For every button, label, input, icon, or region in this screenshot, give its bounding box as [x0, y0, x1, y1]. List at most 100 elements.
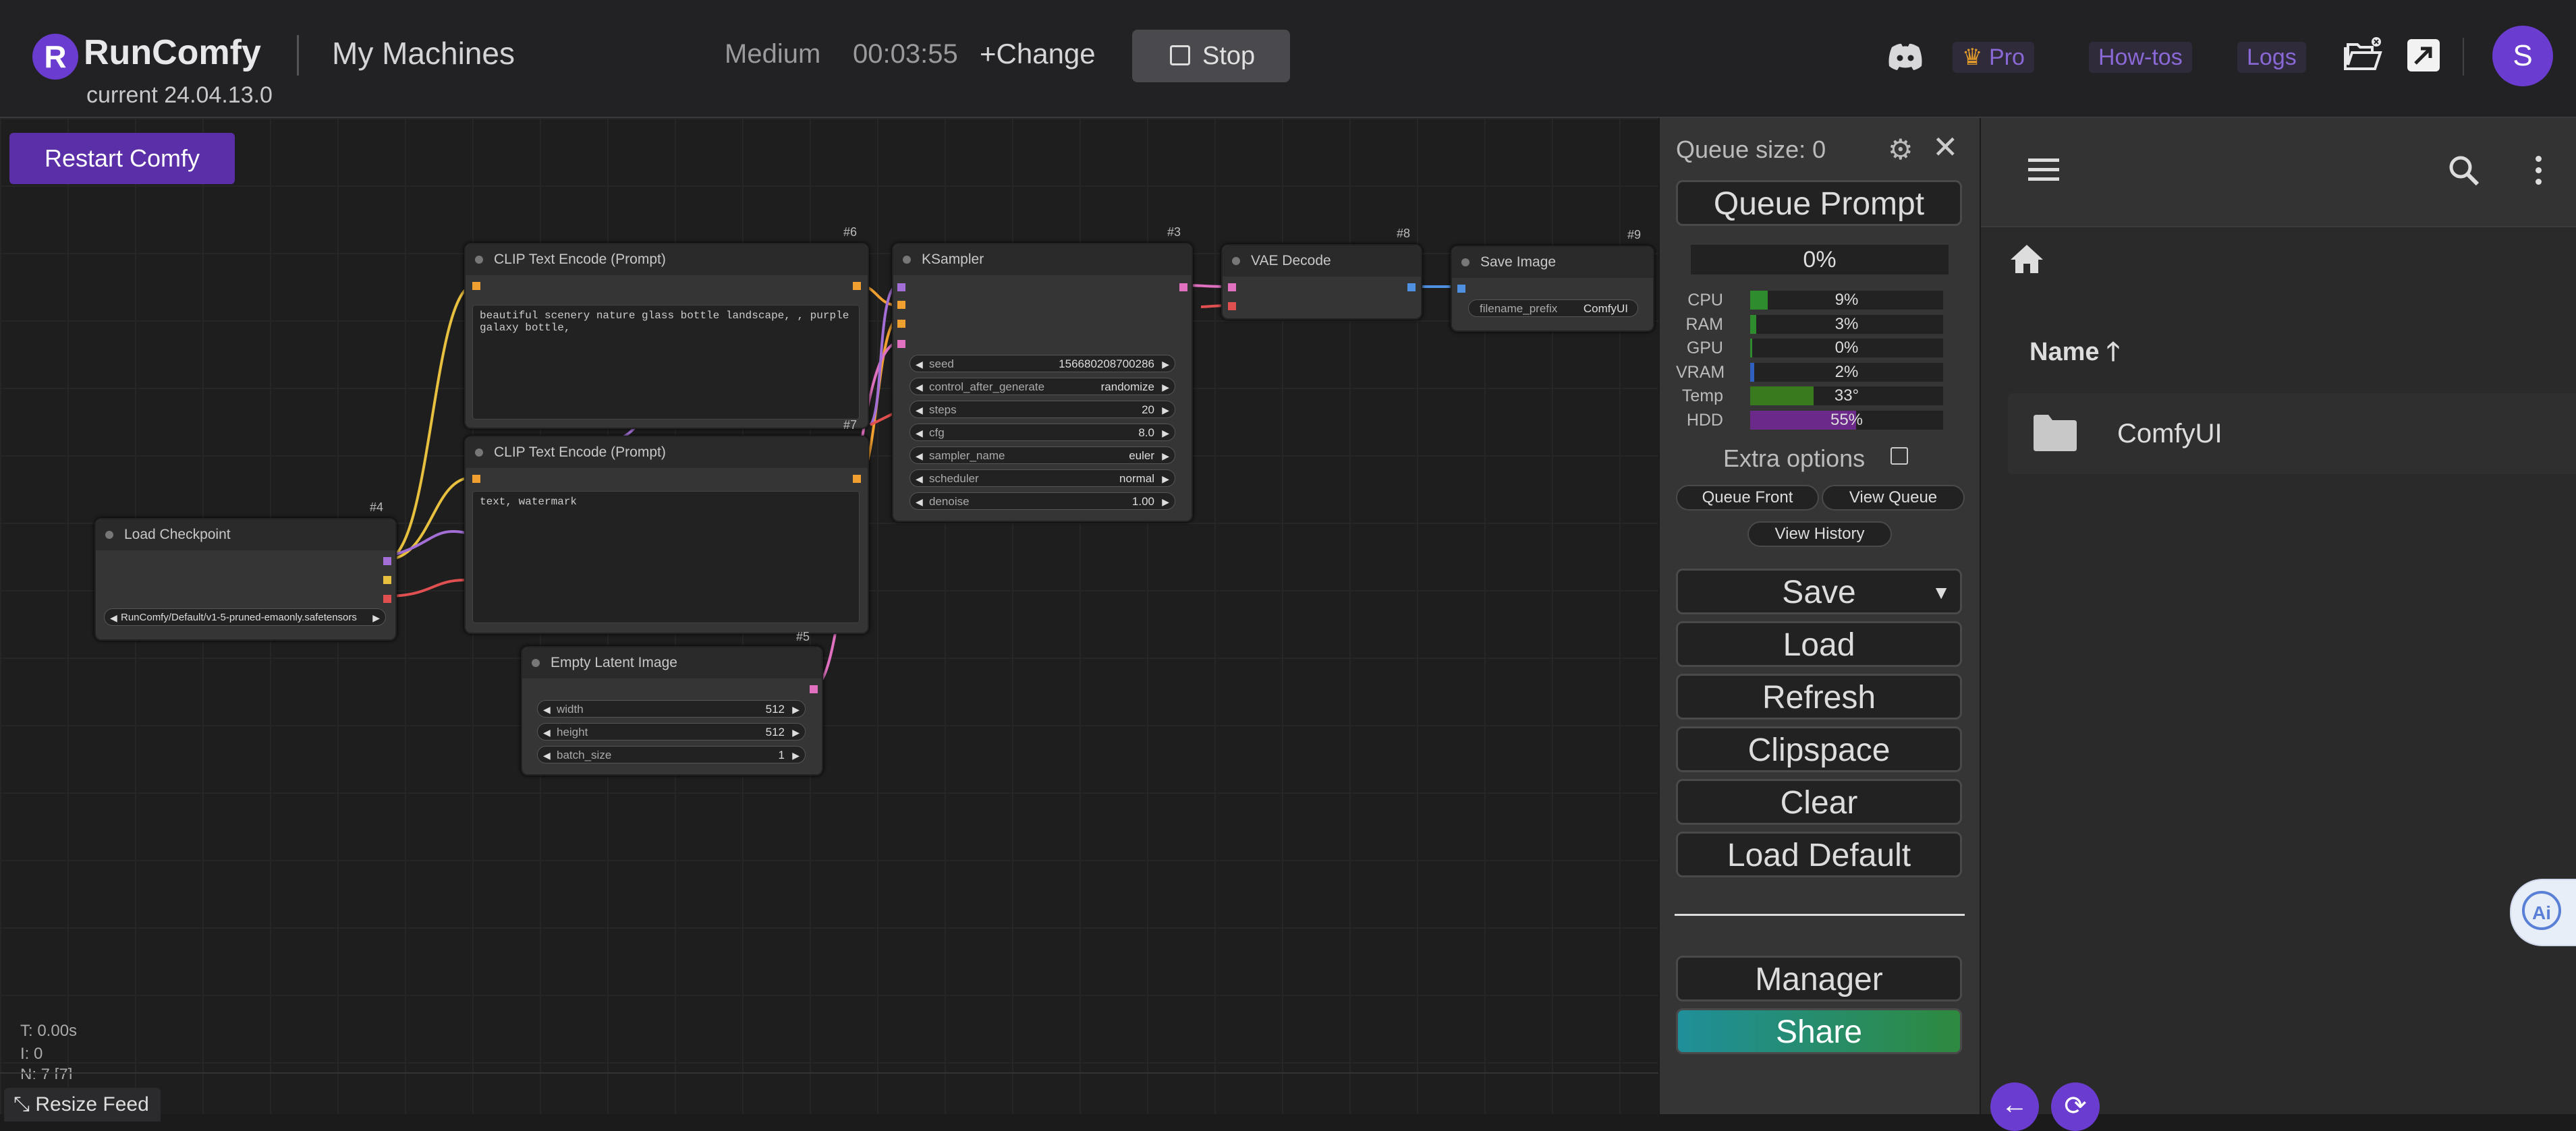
increment-arrow-icon[interactable]: ▶ — [1162, 447, 1169, 465]
prompt-textarea[interactable]: text, watermark — [472, 491, 860, 623]
node-title[interactable]: Empty Latent Image — [522, 647, 822, 678]
node-title[interactable]: Save Image — [1452, 247, 1653, 278]
node-title[interactable]: CLIP Text Encode (Prompt) — [466, 437, 868, 468]
width-widget[interactable]: ◀ width 512 ▶ — [537, 700, 806, 718]
scheduler-widget[interactable]: ◀ scheduler normal ▶ — [909, 469, 1175, 487]
ckpt-name-widget[interactable]: ◀ RunComfy/Default/v1-5-pruned-emaonly.sa… — [104, 608, 386, 626]
close-icon[interactable]: ✕ — [1932, 129, 1959, 165]
clear-button[interactable]: Clear — [1676, 779, 1962, 825]
settings-gear-icon[interactable]: ⚙ — [1888, 133, 1913, 166]
sort-ascending-icon[interactable]: 🡑 — [2106, 338, 2120, 366]
increment-arrow-icon[interactable]: ▶ — [1162, 378, 1169, 396]
prompt-textarea[interactable]: beautiful scenery nature glass bottle la… — [472, 305, 860, 419]
node-collapse-dot[interactable] — [475, 448, 483, 457]
decrement-arrow-icon[interactable]: ◀ — [916, 470, 923, 488]
vae-decode-node[interactable]: VAE Decode — [1221, 244, 1422, 320]
decrement-arrow-icon[interactable]: ◀ — [916, 424, 923, 442]
node-collapse-dot[interactable] — [1232, 257, 1240, 265]
clip-output-socket[interactable] — [383, 576, 391, 584]
search-icon[interactable] — [2446, 153, 2482, 188]
node-collapse-dot[interactable] — [1461, 258, 1469, 266]
vae-input-socket[interactable] — [1228, 302, 1236, 310]
images-input-socket[interactable] — [1457, 285, 1465, 293]
back-arrow-icon[interactable]: ← — [1990, 1082, 2039, 1131]
node-title[interactable]: CLIP Text Encode (Prompt) — [466, 244, 868, 275]
ksampler-node[interactable]: KSampler ◀ seed 156680208700286 ▶ ◀ control_… — [892, 243, 1193, 522]
model-output-socket[interactable] — [383, 557, 391, 565]
model-input-socket[interactable] — [897, 283, 905, 291]
clip-input-socket[interactable] — [472, 282, 480, 290]
latent-input-socket[interactable] — [897, 340, 905, 348]
decrement-arrow-icon[interactable]: ◀ — [110, 609, 117, 625]
share-button[interactable]: Share — [1676, 1008, 1962, 1054]
node-title[interactable]: VAE Decode — [1223, 245, 1421, 277]
name-column-header[interactable]: Name 🡑 — [2029, 332, 2120, 376]
image-output-socket[interactable] — [1407, 283, 1416, 291]
pro-button[interactable]: ♛ Pro — [1953, 42, 2034, 73]
logs-link[interactable]: Logs — [2237, 42, 2306, 73]
conditioning-output-socket[interactable] — [853, 475, 861, 483]
control-after-generate-widget[interactable]: ◀ control_after_generate randomize ▶ — [909, 378, 1175, 395]
increment-arrow-icon[interactable]: ▶ — [1162, 424, 1169, 442]
list-item[interactable]: ComfyUI — [2008, 393, 2576, 474]
save-image-node[interactable]: Save Image filename_prefix ComfyUI — [1451, 245, 1654, 332]
clipspace-button[interactable]: Clipspace — [1676, 726, 1962, 772]
node-title[interactable]: KSampler — [893, 244, 1192, 275]
steps-widget[interactable]: ◀ steps 20 ▶ — [909, 401, 1175, 418]
positive-input-socket[interactable] — [897, 301, 905, 309]
height-widget[interactable]: ◀ height 512 ▶ — [537, 723, 806, 741]
queue-prompt-button[interactable]: Queue Prompt — [1676, 180, 1962, 226]
save-workflow-button[interactable]: Save ▼ — [1676, 569, 1962, 614]
batch-size-widget[interactable]: ◀ batch_size 1 ▶ — [537, 746, 806, 763]
negative-input-socket[interactable] — [897, 320, 905, 328]
empty-latent-image-node[interactable]: Empty Latent Image ◀ width 512 ▶ ◀ height 512… — [521, 646, 823, 776]
folder-notify-icon[interactable] — [2343, 35, 2383, 76]
ai-assistant-button[interactable]: Ai — [2510, 879, 2576, 946]
decrement-arrow-icon[interactable]: ◀ — [916, 493, 923, 511]
howtos-link[interactable]: How-tos — [2089, 42, 2192, 73]
seed-widget[interactable]: ◀ seed 156680208700286 ▶ — [909, 355, 1175, 372]
dropdown-arrow-icon[interactable]: ▼ — [1932, 571, 1951, 615]
decrement-arrow-icon[interactable]: ◀ — [543, 701, 551, 718]
decrement-arrow-icon[interactable]: ◀ — [916, 401, 923, 419]
filename-prefix-widget[interactable]: filename_prefix ComfyUI — [1468, 299, 1638, 317]
node-collapse-dot[interactable] — [532, 659, 540, 667]
decrement-arrow-icon[interactable]: ◀ — [543, 724, 551, 741]
increment-arrow-icon[interactable]: ▶ — [1162, 355, 1169, 373]
clip-input-socket[interactable] — [472, 475, 480, 483]
view-history-button[interactable]: View History — [1747, 521, 1892, 547]
vae-output-socket[interactable] — [383, 595, 391, 603]
more-options-icon[interactable] — [2536, 156, 2542, 162]
samples-input-socket[interactable] — [1228, 283, 1236, 291]
increment-arrow-icon[interactable]: ▶ — [1162, 401, 1169, 419]
node-collapse-dot[interactable] — [105, 531, 113, 539]
load-button[interactable]: Load — [1676, 621, 1962, 667]
refresh-button[interactable]: Refresh — [1676, 674, 1962, 720]
resize-feed-button[interactable]: ⤡ Resize Feed — [4, 1088, 161, 1122]
denoise-widget[interactable]: ◀ denoise 1.00 ▶ — [909, 492, 1175, 510]
decrement-arrow-icon[interactable]: ◀ — [916, 447, 923, 465]
node-collapse-dot[interactable] — [475, 256, 483, 264]
view-queue-button[interactable]: View Queue — [1822, 485, 1965, 511]
extra-options-checkbox[interactable] — [1891, 447, 1908, 465]
open-external-icon[interactable] — [2406, 38, 2441, 73]
decrement-arrow-icon[interactable]: ◀ — [916, 355, 923, 373]
sampler-name-widget[interactable]: ◀ sampler_name euler ▶ — [909, 446, 1175, 464]
increment-arrow-icon[interactable]: ▶ — [1162, 493, 1169, 511]
increment-arrow-icon[interactable]: ▶ — [792, 747, 800, 764]
increment-arrow-icon[interactable]: ▶ — [792, 701, 800, 718]
load-checkpoint-node[interactable]: Load Checkpoint ◀ RunComfy/Default/v1-5-p… — [94, 518, 397, 641]
increment-arrow-icon[interactable]: ▶ — [372, 609, 380, 625]
node-title[interactable]: Load Checkpoint — [96, 519, 395, 550]
decrement-arrow-icon[interactable]: ◀ — [916, 378, 923, 396]
increment-arrow-icon[interactable]: ▶ — [1162, 470, 1169, 488]
load-default-button[interactable]: Load Default — [1676, 832, 1962, 877]
clip-text-encode-positive-node[interactable]: CLIP Text Encode (Prompt) beautiful scen… — [464, 243, 869, 429]
discord-icon[interactable] — [1886, 42, 1924, 71]
queue-front-button[interactable]: Queue Front — [1676, 485, 1819, 511]
hamburger-menu-icon[interactable] — [2028, 158, 2059, 162]
decrement-arrow-icon[interactable]: ◀ — [543, 747, 551, 764]
home-icon[interactable] — [2009, 243, 2044, 274]
manager-button[interactable]: Manager — [1676, 956, 1962, 1002]
user-avatar[interactable]: S — [2492, 26, 2553, 86]
